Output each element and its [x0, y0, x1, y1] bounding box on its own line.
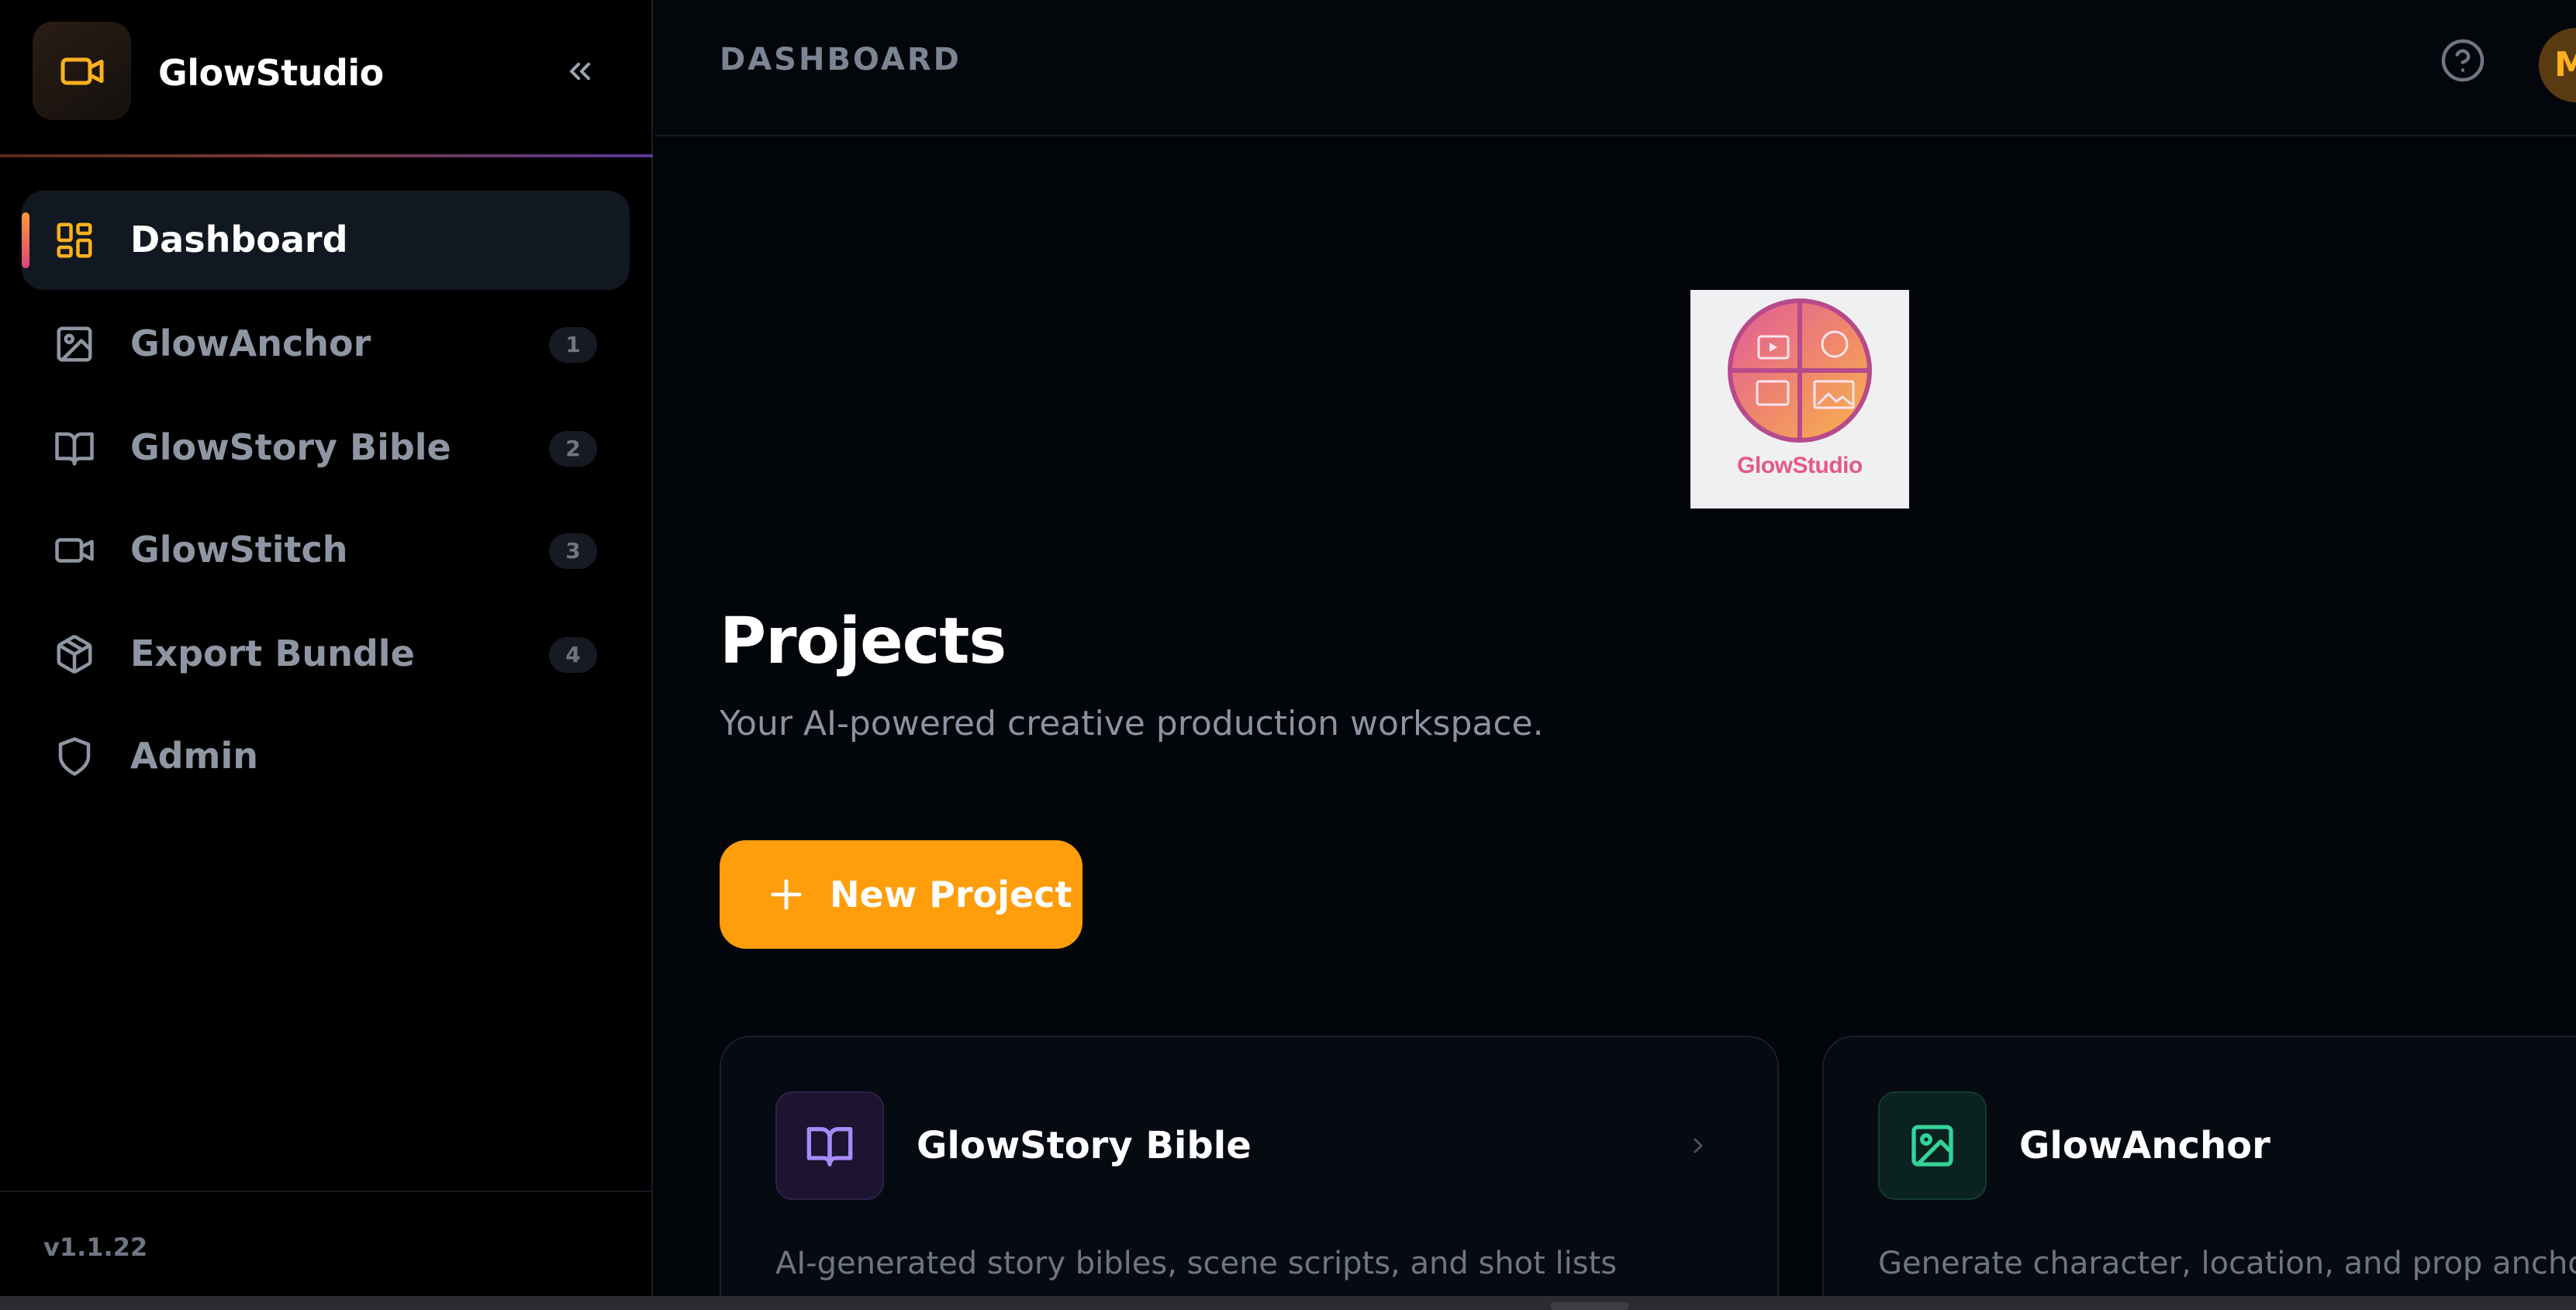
hero-logo: GlowStudio: [1690, 290, 1909, 508]
shield-icon: [53, 735, 96, 778]
avatar[interactable]: M: [2539, 28, 2576, 102]
sidebar-footer: v1.1.22: [0, 1191, 653, 1310]
sidebar-item-label: Dashboard: [130, 219, 348, 260]
glowstudio-logo-icon: [1728, 298, 1872, 443]
sidebar-item-export-bundle[interactable]: Export Bundle 4: [22, 605, 630, 704]
sidebar-item-badge: 2: [549, 431, 597, 467]
brand-header: GlowStudio: [0, 0, 653, 157]
chevrons-left-icon: [569, 62, 591, 81]
sidebar-item-glowstory-bible[interactable]: GlowStory Bible 2: [22, 398, 630, 498]
card-title: GlowAnchor: [2019, 1124, 2270, 1167]
sidebar-item-label: GlowAnchor: [130, 322, 371, 364]
image-icon: [53, 322, 96, 366]
package-icon: [53, 633, 96, 676]
plus-icon: [771, 879, 802, 910]
sidebar-item-admin[interactable]: Admin: [22, 707, 630, 806]
module-card-glowanchor[interactable]: GlowAnchor Generate character, location,…: [1822, 1036, 2576, 1310]
sidebar: GlowStudio Dashboard GlowAnchor 1 GlowSt…: [0, 0, 653, 1310]
video-icon: [53, 529, 96, 572]
sidebar-item-badge: 1: [549, 327, 597, 363]
help-circle-icon: [2441, 39, 2484, 82]
resize-handle[interactable]: [1551, 1302, 1628, 1310]
help-button[interactable]: [2438, 36, 2488, 85]
sidebar-item-label: Export Bundle: [130, 633, 415, 674]
card-title: GlowStory Bible: [917, 1124, 1252, 1167]
book-icon: [53, 426, 96, 470]
main-content: GlowStudio Projects Your AI-powered crea…: [654, 138, 2576, 1310]
sidebar-item-badge: 3: [549, 533, 597, 569]
card-description: AI-generated story bibles, scene scripts…: [775, 1246, 1618, 1281]
breadcrumb: DASHBOARD: [720, 42, 962, 78]
page-subtitle: Your AI-powered creative production work…: [720, 704, 1544, 743]
sidebar-item-badge: 4: [549, 637, 597, 673]
new-project-button[interactable]: New Project: [720, 840, 1083, 949]
image-icon: [1878, 1091, 1987, 1200]
dashboard-icon: [53, 219, 96, 262]
app-root: GlowStudio Dashboard GlowAnchor 1 GlowSt…: [0, 0, 2576, 1310]
window-bottom-edge: [0, 1296, 2576, 1310]
module-card-glowstory-bible[interactable]: GlowStory Bible AI-generated story bible…: [720, 1036, 1779, 1310]
sidebar-item-label: Admin: [130, 735, 258, 777]
sidebar-item-glowanchor[interactable]: GlowAnchor 1: [22, 295, 630, 394]
chevron-right-icon: [1683, 1127, 1714, 1164]
sidebar-item-glowstitch[interactable]: GlowStitch 3: [22, 501, 630, 600]
brand-logo[interactable]: [33, 22, 131, 120]
sidebar-item-label: GlowStory Bible: [130, 426, 451, 468]
sidebar-item-label: GlowStitch: [130, 529, 348, 571]
brand-name: GlowStudio: [158, 52, 384, 94]
top-bar: DASHBOARD M: [654, 0, 2576, 136]
hero-logo-text: GlowStudio: [1737, 453, 1863, 478]
collapse-sidebar-button[interactable]: [555, 50, 605, 93]
book-icon: [775, 1091, 884, 1200]
sidebar-item-dashboard[interactable]: Dashboard: [22, 191, 630, 290]
app-version: v1.1.22: [43, 1232, 148, 1262]
page-title: Projects: [720, 605, 1007, 678]
video-camera-icon: [60, 57, 103, 84]
card-description: Generate character, location, and prop a…: [1878, 1246, 2576, 1281]
new-project-label: New Project: [830, 874, 1072, 915]
